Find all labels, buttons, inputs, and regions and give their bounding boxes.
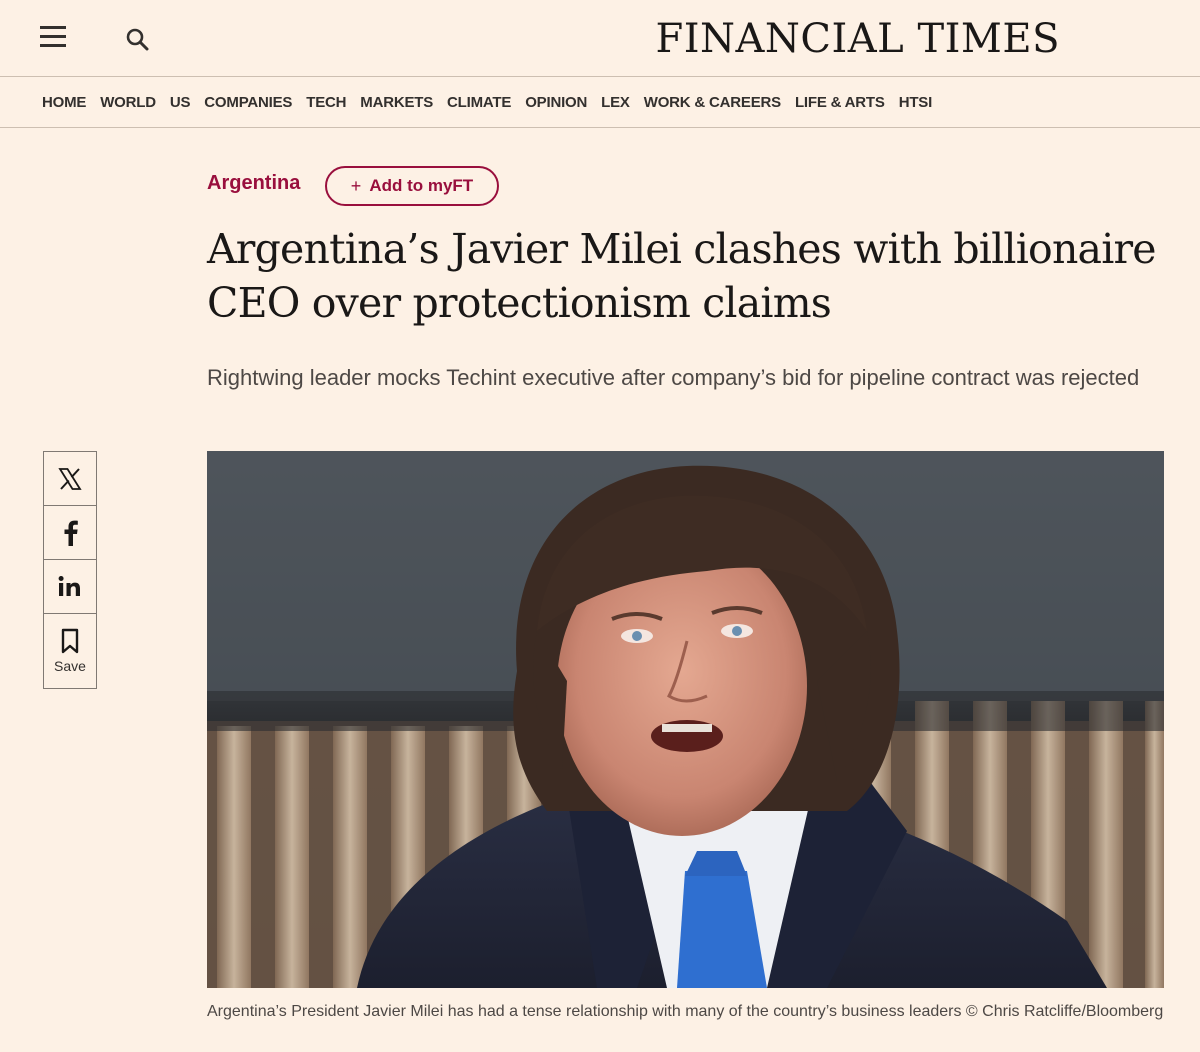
article-hero-image <box>207 451 1164 988</box>
x-twitter-icon <box>58 467 82 490</box>
nav-item-lex[interactable]: LEX <box>601 94 630 111</box>
nav-item-markets[interactable]: MARKETS <box>360 94 433 111</box>
nav-item-us[interactable]: US <box>170 94 191 111</box>
nav-item-work-careers[interactable]: WORK & CAREERS <box>644 94 781 111</box>
bookmark-icon <box>61 628 79 654</box>
save-article-button[interactable]: Save <box>44 614 96 688</box>
hamburger-menu-icon[interactable] <box>40 26 70 52</box>
topic-link[interactable]: Argentina <box>207 172 300 195</box>
facebook-icon <box>64 520 78 546</box>
share-toolbar: Save <box>43 451 97 689</box>
add-to-myft-label: Add to myFT <box>369 176 474 195</box>
image-caption: Argentina’s President Javier Milei has h… <box>207 1003 1164 1020</box>
article-headline: Argentina’s Javier Milei clashes with bi… <box>207 225 1157 327</box>
nav-item-tech[interactable]: TECH <box>306 94 346 111</box>
search-icon[interactable] <box>124 26 152 54</box>
linkedin-icon <box>58 575 80 596</box>
save-label: Save <box>54 658 86 674</box>
site-header: FINANCIAL TIMES <box>0 0 1200 77</box>
nav-item-world[interactable]: WORLD <box>100 94 156 111</box>
nav-item-opinion[interactable]: OPINION <box>525 94 587 111</box>
nav-item-companies[interactable]: COMPANIES <box>204 94 292 111</box>
share-x-button[interactable] <box>44 452 96 506</box>
nav-item-htsi[interactable]: HTSI <box>899 94 933 111</box>
share-linkedin-button[interactable] <box>44 560 96 614</box>
nav-item-life-arts[interactable]: LIFE & ARTS <box>795 94 885 111</box>
main-navigation: HOME WORLD US COMPANIES TECH MARKETS CLI… <box>0 78 1200 128</box>
article-standfirst: Rightwing leader mocks Techint executive… <box>207 365 1140 390</box>
add-to-myft-button[interactable]: + Add to myFT <box>325 166 499 206</box>
site-logo[interactable]: FINANCIAL TIMES <box>600 16 1060 62</box>
nav-item-climate[interactable]: CLIMATE <box>447 94 511 111</box>
nav-item-home[interactable]: HOME <box>42 94 86 111</box>
plus-icon: + <box>350 175 362 196</box>
share-facebook-button[interactable] <box>44 506 96 560</box>
